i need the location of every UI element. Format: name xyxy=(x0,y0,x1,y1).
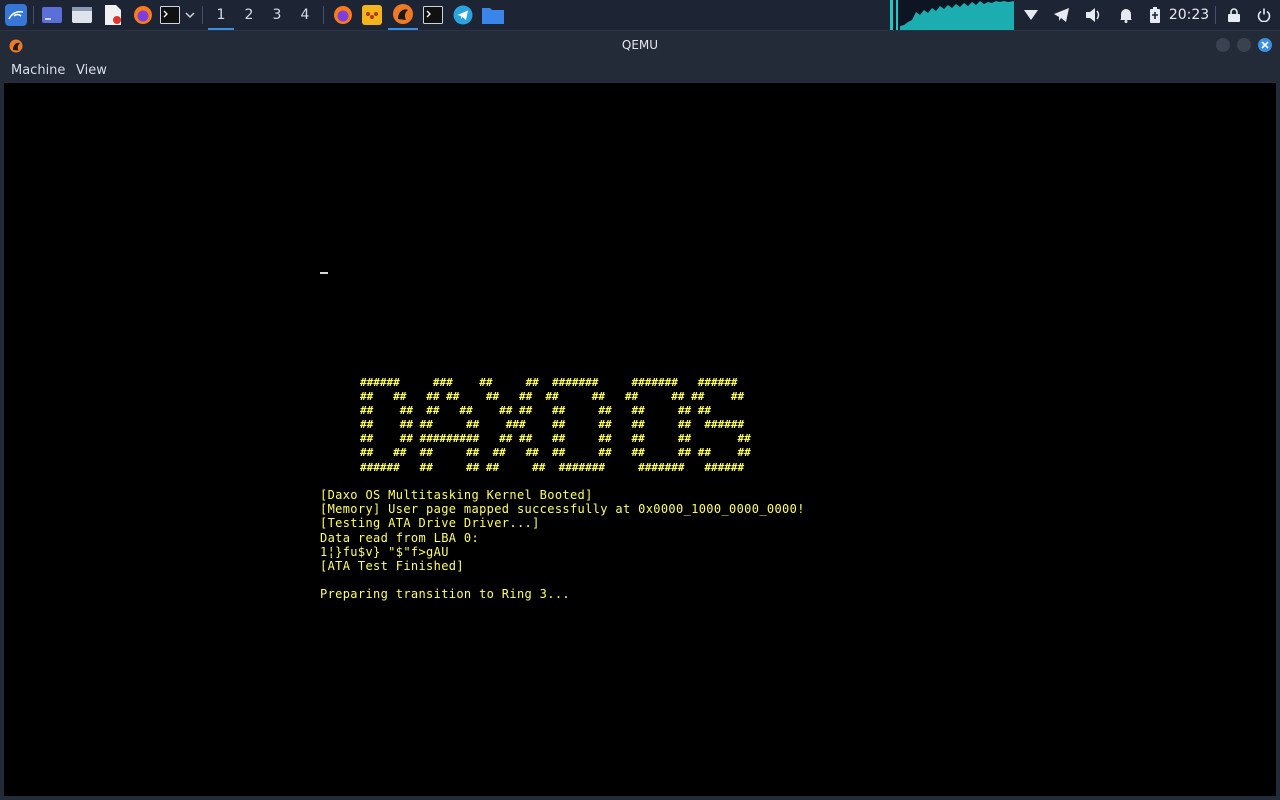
window-titlebar[interactable]: QEMU xyxy=(0,31,1280,59)
dropdown-chevron-icon[interactable] xyxy=(183,0,197,30)
cpu-usage-graph xyxy=(890,0,1014,30)
task-qemu-icon[interactable] xyxy=(388,0,418,30)
vm-display[interactable]: ###### ### ## ## ####### ####### ###### … xyxy=(4,83,1276,796)
log-line: [Testing ATA Drive Driver...] xyxy=(320,516,540,531)
banner-line: ## ## ######### ## ## ## ## ## ## ## xyxy=(360,432,751,446)
log-line: 1¦}fu$v} "$"f>gAU xyxy=(320,544,449,559)
banner-line: ## ## ## ## ## ## ## ## ## ## ## ## xyxy=(360,390,745,404)
file-manager-icon[interactable] xyxy=(70,0,94,30)
show-desktop-icon[interactable] xyxy=(40,0,64,30)
close-icon xyxy=(1261,41,1269,49)
text-cursor xyxy=(320,272,328,274)
banner-line: ## ## ## ## ### ## ## ## ## ###### xyxy=(360,418,745,432)
qemu-window: QEMU Machine View ###### ### ## ## #####… xyxy=(0,31,1280,800)
power-icon[interactable] xyxy=(1254,0,1274,30)
log-line: [Daxo OS Multitasking Kernel Booted] xyxy=(320,488,593,502)
maximize-button[interactable] xyxy=(1237,38,1251,52)
telegram-tray-icon[interactable] xyxy=(1051,0,1073,30)
panel-separator xyxy=(33,6,34,24)
workspace-2[interactable]: 2 xyxy=(236,0,262,30)
log-line: [Memory] User page mapped successfully a… xyxy=(320,502,805,517)
console-log: [Daxo OS Multitasking Kernel Booted] [Me… xyxy=(320,488,805,602)
task-app-icon[interactable] xyxy=(360,0,384,30)
lock-icon[interactable] xyxy=(1224,0,1244,30)
panel-separator xyxy=(1215,6,1216,24)
battery-icon[interactable] xyxy=(1146,0,1164,30)
terminal-icon[interactable] xyxy=(158,0,182,30)
panel-separator xyxy=(202,6,203,24)
task-telegram-icon[interactable] xyxy=(451,0,475,30)
clock[interactable]: 20:23 xyxy=(1167,0,1211,30)
task-folder-icon[interactable] xyxy=(481,0,505,30)
notifications-icon[interactable] xyxy=(1115,0,1137,30)
log-line: Data read from LBA 0: xyxy=(320,530,480,545)
window-title: QEMU xyxy=(621,38,659,52)
menu-bar: Machine View xyxy=(0,59,1280,82)
minimize-button[interactable] xyxy=(1216,38,1230,52)
workspace-1[interactable]: 1 xyxy=(208,0,234,30)
log-line: Preparing transition to Ring 3... xyxy=(320,587,570,602)
close-button[interactable] xyxy=(1258,38,1272,52)
menu-view[interactable]: View xyxy=(76,59,107,82)
network-icon[interactable] xyxy=(1021,0,1041,30)
top-panel: 1 2 3 4 20:23 xyxy=(0,0,1280,31)
volume-icon[interactable] xyxy=(1083,0,1105,30)
banner-line: ###### ## ## ## ## ####### ####### #####… xyxy=(360,460,745,474)
text-editor-icon[interactable] xyxy=(102,0,124,30)
workspace-4[interactable]: 4 xyxy=(292,0,318,30)
banner-line: ## ## ## ## ## ## ## ## ## ## ## xyxy=(360,404,711,418)
workspace-3[interactable]: 3 xyxy=(264,0,290,30)
banner-line: ## ## ## ## ## ## ## ## ## ## ## ## xyxy=(360,446,751,460)
panel-separator xyxy=(323,6,324,24)
ascii-banner: ###### ### ## ## ####### ####### ###### … xyxy=(360,376,751,475)
banner-line: ###### ### ## ## ####### ####### ###### xyxy=(360,376,738,389)
task-terminal-icon[interactable] xyxy=(421,0,445,30)
task-firefox-icon[interactable] xyxy=(331,0,355,30)
menu-machine[interactable]: Machine xyxy=(11,59,65,82)
log-line: [ATA Test Finished] xyxy=(320,558,464,573)
kali-menu-icon[interactable] xyxy=(3,0,29,30)
firefox-icon[interactable] xyxy=(132,0,154,30)
